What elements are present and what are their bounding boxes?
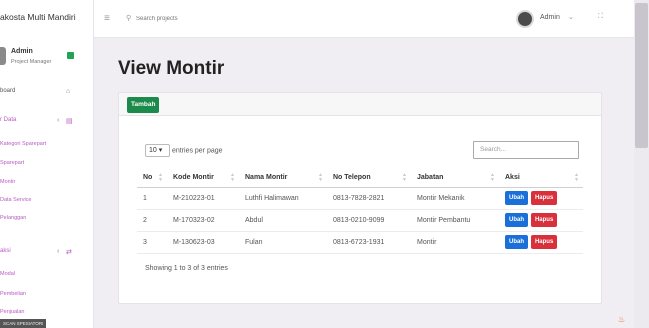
table-header-row: No ▲ ▼ Kode Montir ▲ ▼ Nama Montir ▲ ▼ No Tele…	[137, 169, 583, 188]
sort-icon: ▲ ▼	[574, 172, 579, 183]
fullscreen-icon[interactable]: ⛶	[598, 13, 603, 21]
cell-jabatan: Montir Mekanik	[411, 187, 499, 210]
sidebar-profile: Admin Project Manager	[0, 42, 93, 74]
sidebar-item-master-data[interactable]: r Data ‹ ▤	[0, 117, 93, 129]
profile-name: Admin	[11, 48, 33, 55]
user-name[interactable]: Admin	[540, 14, 560, 21]
page-title: View Montir	[118, 58, 225, 79]
table-search-input[interactable]: Search...	[473, 141, 579, 159]
delete-button[interactable]: Hapus	[530, 235, 558, 249]
sort-icon: ▲ ▼	[158, 172, 163, 183]
sidebar-item-label: aksi	[0, 248, 11, 254]
edit-button[interactable]: Ubah	[505, 213, 528, 227]
sort-icon: ▲ ▼	[490, 172, 495, 183]
column-header-kode[interactable]: Kode Montir ▲ ▼	[167, 169, 239, 188]
search-icon: ⚲	[126, 15, 132, 22]
scrollbar-thumb[interactable]	[635, 3, 648, 148]
card-header: Tambah	[118, 92, 602, 116]
cell-aksi: Ubah Hapus	[499, 209, 583, 232]
cell-nama: Luthfi Halimawan	[239, 187, 327, 210]
cell-no: 3	[137, 231, 167, 254]
sidebar-item-label: Modal	[0, 271, 15, 277]
hamburger-menu-icon[interactable]: ≡	[104, 13, 110, 24]
cell-telepon: 0813-6723-1931	[327, 231, 411, 254]
table-row: 3 M-130623-03 Fulan 0813-6723-1931 Monti…	[137, 231, 583, 254]
sidebar-item-transaksi[interactable]: aksi ‹ ⇄	[0, 248, 93, 260]
fire-icon[interactable]: ♨	[618, 315, 625, 324]
entries-select[interactable]: 10 ▾	[145, 144, 170, 157]
column-header-no[interactable]: No ▲ ▼	[137, 169, 167, 188]
card-body: 10 ▾ entries per page Search... No ▲ ▼ Kod…	[118, 116, 602, 304]
topbar: ≡ ⚲ Admin ⌄ ⛶	[94, 0, 634, 38]
cell-aksi: Ubah Hapus	[499, 187, 583, 210]
search-input[interactable]	[136, 12, 296, 26]
edit-button[interactable]: Ubah	[505, 235, 528, 249]
cell-aksi: Ubah Hapus	[499, 231, 583, 254]
cell-nama: Abdul	[239, 209, 327, 232]
sidebar-item-montir[interactable]: Montir	[0, 179, 93, 191]
column-header-telepon[interactable]: No Telepon ▲ ▼	[327, 169, 411, 188]
cell-kode: M-170323-02	[167, 209, 239, 232]
chevron-left-icon: ‹	[57, 117, 60, 124]
chevron-left-icon: ‹	[57, 248, 60, 255]
entries-per-page: 10 ▾ entries per page	[145, 144, 223, 158]
database-icon: ▤	[66, 118, 73, 125]
sidebar-item-data-service[interactable]: Data Service	[0, 197, 93, 209]
delete-button[interactable]: Hapus	[530, 191, 558, 205]
profile-role: Project Manager	[11, 59, 52, 65]
cell-jabatan: Montir Pembantu	[411, 209, 499, 232]
sidebar-item-label: Pembelian	[0, 291, 26, 297]
sidebar: akosta Multi Mandiri Admin Project Manag…	[0, 0, 94, 328]
sidebar-item-modal[interactable]: Modal	[0, 271, 93, 283]
sidebar-item-sparepart[interactable]: Sparepart	[0, 160, 93, 172]
sidebar-item-kategori-sparepart[interactable]: Kategori Sparepart	[0, 141, 93, 153]
transaction-icon: ⇄	[66, 249, 72, 256]
tooltip: SCAN SPESIATORI	[0, 319, 47, 328]
sidebar-item-pelanggan[interactable]: Pelanggan	[0, 215, 93, 227]
chevron-down-icon[interactable]: ⌄	[568, 13, 574, 21]
delete-button[interactable]: Hapus	[530, 213, 558, 227]
column-header-aksi[interactable]: Aksi ▲ ▼	[499, 169, 583, 188]
table-row: 2 M-170323-02 Abdul 0813-0210-9099 Monti…	[137, 209, 583, 232]
cell-jabatan: Montir	[411, 231, 499, 254]
edit-button[interactable]: Ubah	[505, 191, 528, 205]
cell-kode: M-130623-03	[167, 231, 239, 254]
sidebar-item-label: r Data	[0, 117, 17, 123]
sidebar-item-label: Montir	[0, 179, 16, 185]
entries-label: entries per page	[171, 147, 223, 155]
montir-table: No ▲ ▼ Kode Montir ▲ ▼ Nama Montir ▲ ▼ No Tele…	[137, 169, 583, 254]
avatar	[0, 47, 6, 65]
column-header-nama[interactable]: Nama Montir ▲ ▼	[239, 169, 327, 188]
sort-icon: ▲ ▼	[318, 172, 323, 183]
sort-icon: ▲ ▼	[230, 172, 235, 183]
sidebar-item-label: Data Service	[0, 197, 32, 203]
home-icon: ⌂	[66, 88, 71, 95]
scrollbar[interactable]	[634, 0, 649, 328]
online-status-icon	[67, 52, 74, 59]
cell-nama: Fulan	[239, 231, 327, 254]
sidebar-item-pembelian[interactable]: Pembelian	[0, 291, 93, 303]
add-montir-button[interactable]: Tambah	[127, 97, 160, 113]
table-info: Showing 1 to 3 of 3 entries	[145, 265, 228, 272]
sidebar-item-label: board	[0, 88, 16, 94]
brand-name[interactable]: akosta Multi Mandiri	[0, 4, 93, 36]
sidebar-item-label: Penjualan	[0, 309, 25, 315]
cell-telepon: 0813-0210-9099	[327, 209, 411, 232]
cell-telepon: 0813-7828-2821	[327, 187, 411, 210]
sidebar-item-dashboard[interactable]: board ⌂	[0, 88, 93, 100]
cell-no: 2	[137, 209, 167, 232]
user-avatar[interactable]	[516, 10, 534, 28]
cell-kode: M-210223-01	[167, 187, 239, 210]
sidebar-item-label: Pelanggan	[0, 215, 27, 221]
sort-icon: ▲ ▼	[402, 172, 407, 183]
table-row: 1 M-210223-01 Luthfi Halimawan 0813-7828…	[137, 187, 583, 210]
column-header-jabatan[interactable]: Jabatan ▲ ▼	[411, 169, 499, 188]
sidebar-item-label: Kategori Sparepart	[0, 141, 47, 147]
cell-no: 1	[137, 187, 167, 210]
sidebar-item-label: Sparepart	[0, 160, 25, 166]
